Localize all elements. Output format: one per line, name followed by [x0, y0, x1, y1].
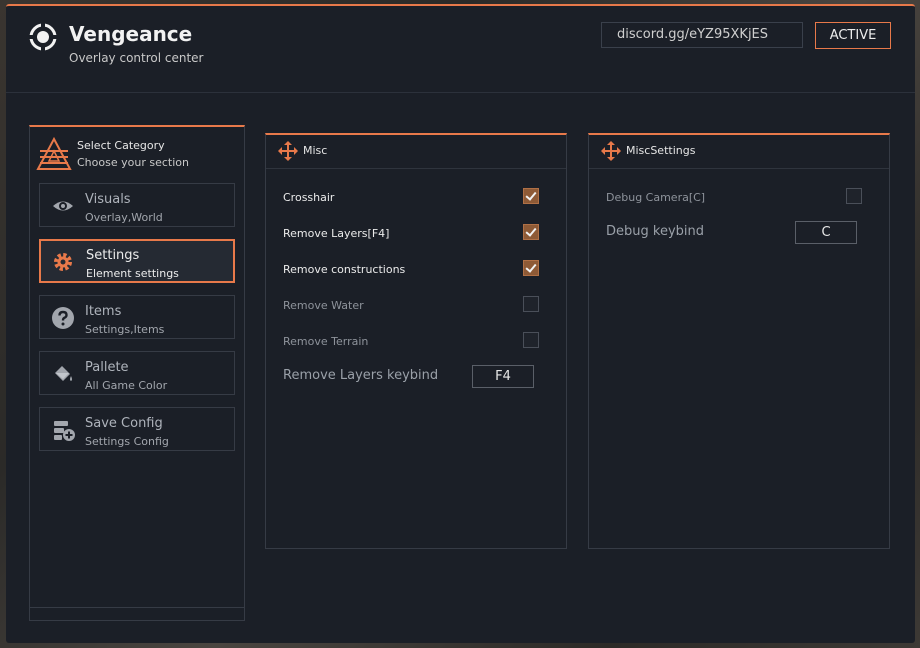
sidebar-item-settings[interactable]: Settings Element settings [39, 239, 235, 283]
sidebar-item-save-config[interactable]: Save Config Settings Config [39, 407, 235, 451]
misc-settings-panel-title: MiscSettings [626, 144, 696, 157]
question-icon [52, 307, 74, 329]
category-title: Select Category [77, 139, 165, 152]
remove-constructions-label: Remove constructions [283, 263, 406, 276]
remove-water-checkbox[interactable] [523, 296, 539, 312]
remove-layers-checkbox[interactable] [523, 224, 539, 240]
misc-panel-title: Misc [303, 144, 328, 157]
category-subtitle: Choose your section [77, 156, 189, 169]
remove-constructions-checkbox[interactable] [523, 260, 539, 276]
sidebar-item-items[interactable]: Items Settings,Items [39, 295, 235, 339]
sidebar-item-sub: Settings,Items [85, 323, 165, 336]
remove-layers-keybind-button[interactable]: F4 [472, 365, 534, 388]
sidebar-item-sub: Settings Config [85, 435, 169, 448]
sidebar-item-sub: Element settings [86, 267, 179, 280]
sidebar-item-label: Settings [86, 248, 140, 263]
sidebar-item-label: Items [85, 304, 122, 319]
save-config-icon [54, 421, 75, 441]
paint-bucket-icon [55, 366, 72, 381]
misc-settings-panel: MiscSettings Debug Camera[C] Debug keybi… [588, 133, 890, 549]
app-subtitle: Overlay control center [69, 51, 204, 65]
crosshair-checkbox[interactable] [523, 188, 539, 204]
crosshair-label: Crosshair [283, 191, 335, 204]
gear-icon [54, 253, 72, 271]
remove-layers-label: Remove Layers[F4] [283, 227, 390, 240]
debug-camera-label: Debug Camera[C] [606, 191, 706, 204]
move-arrows-icon[interactable] [278, 141, 298, 161]
discord-link-field[interactable]: discord.gg/eYZ95XKjES [601, 22, 803, 48]
sidebar-item-label: Pallete [85, 360, 129, 375]
debug-keybind-button[interactable]: C [795, 221, 857, 244]
category-triangle-icon [36, 137, 72, 170]
eye-icon [53, 201, 73, 211]
debug-keybind-label: Debug keybind [606, 224, 704, 239]
status-button[interactable]: ACTIVE [815, 22, 891, 49]
vengeance-logo-icon [28, 22, 58, 52]
remove-terrain-label: Remove Terrain [283, 335, 369, 348]
main-window: Vengeance Overlay control center discord… [6, 4, 915, 643]
move-arrows-icon[interactable] [601, 141, 621, 161]
misc-settings-panel-header: MiscSettings [589, 135, 889, 169]
app-title: Vengeance [69, 22, 193, 46]
header: Vengeance Overlay control center discord… [6, 6, 915, 93]
remove-terrain-checkbox[interactable] [523, 332, 539, 348]
misc-panel-header: Misc [266, 135, 566, 169]
sidebar-item-visuals[interactable]: Visuals Overlay,World [39, 183, 235, 227]
sidebar-footer-divider [30, 607, 244, 608]
sidebar-item-label: Save Config [85, 416, 163, 431]
sidebar-item-label: Visuals [85, 192, 131, 207]
sidebar-item-sub: All Game Color [85, 379, 168, 392]
remove-layers-keybind-label: Remove Layers keybind [283, 368, 439, 383]
misc-panel: Misc Crosshair Remove Layers[F4] Remove … [265, 133, 567, 549]
debug-camera-checkbox[interactable] [846, 188, 862, 204]
sidebar-item-sub: Overlay,World [85, 211, 163, 224]
sidebar-item-pallete[interactable]: Pallete All Game Color [39, 351, 235, 395]
category-sidebar: Select Category Choose your section Visu… [29, 125, 245, 621]
remove-water-label: Remove Water [283, 299, 364, 312]
